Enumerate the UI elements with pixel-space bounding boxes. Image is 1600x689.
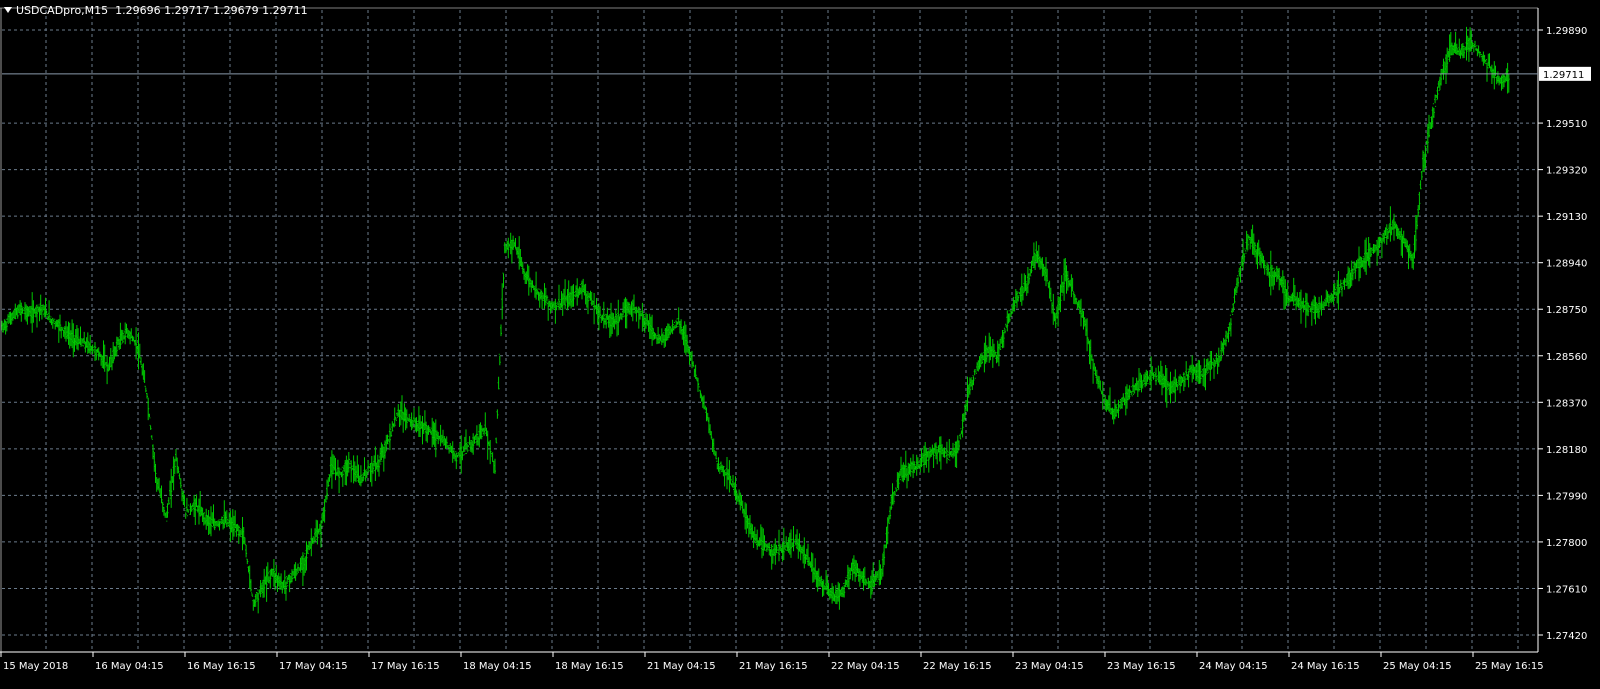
x-tick-label: 23 May 16:15 <box>1107 661 1176 672</box>
x-tick-label: 18 May 04:15 <box>463 661 532 672</box>
y-tick-label: 1.28370 <box>1546 398 1587 409</box>
ohlc-values: 1.29696 1.29717 1.29679 1.29711 <box>115 4 308 17</box>
x-tick-label: 17 May 16:15 <box>371 661 440 672</box>
x-tick-label: 21 May 16:15 <box>739 661 808 672</box>
price-chart[interactable]: 1.29890 1.29510 1.29320 1.29130 1.28940 1.287… <box>0 0 1600 689</box>
x-tick-label: 16 May 04:15 <box>95 661 164 672</box>
x-tick-label: 18 May 16:15 <box>555 661 624 672</box>
x-tick-label: 23 May 04:15 <box>1015 661 1084 672</box>
y-tick-label: 1.29130 <box>1546 212 1587 223</box>
y-tick-label: 1.29510 <box>1546 119 1587 130</box>
x-tick-label: 15 May 2018 <box>3 661 68 672</box>
y-tick-label: 1.28560 <box>1546 352 1587 363</box>
x-tick-label: 25 May 16:15 <box>1475 661 1544 672</box>
y-tick-label: 1.28180 <box>1546 445 1587 456</box>
y-tick-label: 1.27610 <box>1546 584 1587 595</box>
y-tick-label: 1.27420 <box>1546 631 1587 642</box>
x-tick-label: 21 May 04:15 <box>647 661 716 672</box>
x-tick-label: 22 May 16:15 <box>923 661 992 672</box>
x-tick-label: 22 May 04:15 <box>831 661 900 672</box>
x-tick-label: 25 May 04:15 <box>1383 661 1452 672</box>
chart-menu-triangle-icon[interactable] <box>4 7 12 13</box>
x-tick-label: 17 May 04:15 <box>279 661 348 672</box>
y-tick-label: 1.28750 <box>1546 305 1587 316</box>
y-tick-label: 1.29320 <box>1546 166 1587 177</box>
x-tick-label: 24 May 16:15 <box>1291 661 1360 672</box>
x-tick-label: 16 May 16:15 <box>187 661 256 672</box>
y-tick-label: 1.27800 <box>1546 538 1587 549</box>
y-tick-label: 1.27990 <box>1546 491 1587 502</box>
chart-header: USDCADpro,M15 1.29696 1.29717 1.29679 1.… <box>4 4 308 17</box>
symbol-timeframe-label: USDCADpro,M15 <box>16 4 109 17</box>
current-price-label: 1.29711 <box>1543 70 1584 81</box>
x-tick-label: 24 May 04:15 <box>1199 661 1268 672</box>
y-tick-label: 1.29890 <box>1546 26 1587 37</box>
y-tick-label: 1.28940 <box>1546 259 1587 270</box>
